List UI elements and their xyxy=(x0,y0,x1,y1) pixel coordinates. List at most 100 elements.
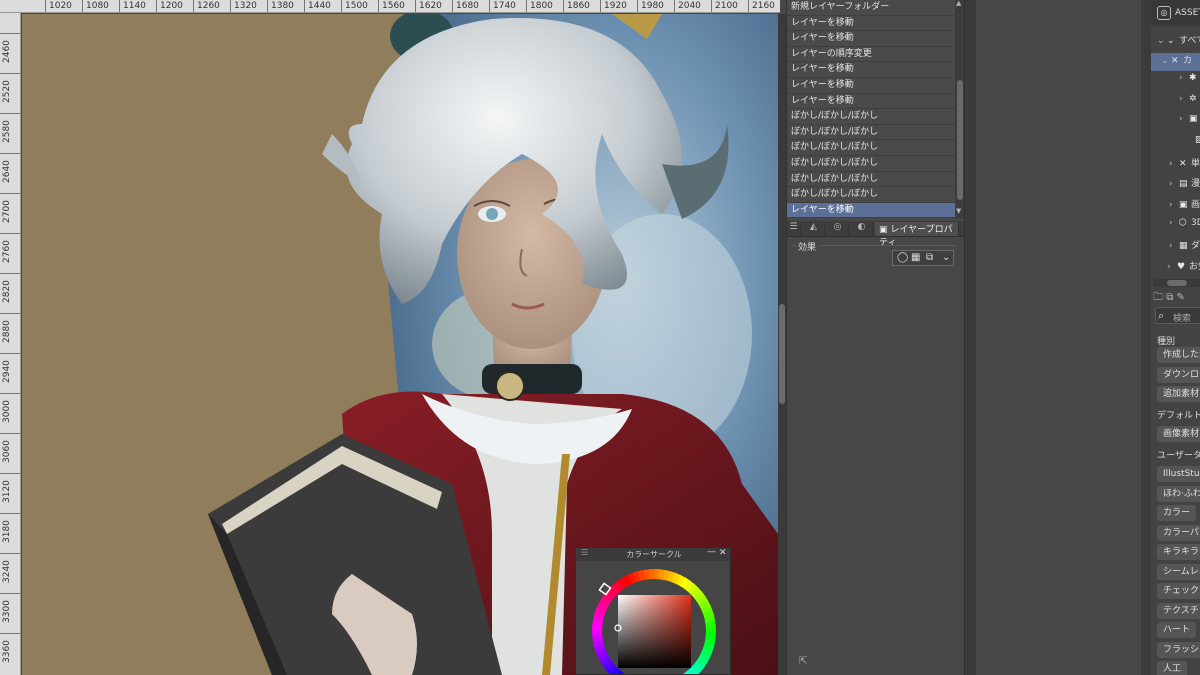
asset-filter-chip[interactable]: キラキラ xyxy=(1157,544,1200,560)
ruler-label: 1860 xyxy=(567,1,590,11)
asset-tree-item[interactable]: › ▦ ダ xyxy=(1151,238,1200,256)
ruler-tick xyxy=(0,33,20,34)
history-item[interactable]: ぼかし/ぼかし/ぼかし xyxy=(787,172,955,188)
asset-tree-item[interactable]: ▨ xyxy=(1151,135,1200,153)
asset-tree-label: 画 xyxy=(1191,200,1200,210)
ruler-tick xyxy=(526,0,527,12)
asset-tree-label: ダ xyxy=(1191,241,1200,251)
chevron-right-icon[interactable]: › xyxy=(1179,114,1189,124)
ruler-tick xyxy=(0,633,20,634)
chevron-right-icon[interactable]: › xyxy=(1179,73,1189,83)
copy-icon[interactable]: ⧉ xyxy=(1166,292,1173,303)
asset-tree-item[interactable]: ›⬡ 3D xyxy=(1151,218,1200,236)
history-item[interactable]: レイヤーを移動 xyxy=(787,94,955,110)
asset-filter-chip[interactable]: チェック xyxy=(1157,583,1200,599)
ruler-label: 1620 xyxy=(419,1,442,11)
asset-filter-chip[interactable]: IllustStudio xyxy=(1157,466,1200,482)
asset-tree-item[interactable]: ⌄ ✕ カ xyxy=(1151,53,1200,71)
tab-layer[interactable]: ◭ xyxy=(803,222,825,236)
hue-segment[interactable] xyxy=(648,569,656,580)
tab-search-layer[interactable]: ◎ xyxy=(827,222,849,236)
asset-filter-chip[interactable]: カラーパターン xyxy=(1157,524,1200,541)
close-icon[interactable]: ✕ xyxy=(719,548,727,558)
history-item[interactable]: ぼかし/ぼかし/ぼかし xyxy=(787,156,955,172)
asset-filter-chip[interactable]: ほわ·ふわ xyxy=(1157,485,1200,502)
chevron-down-icon[interactable]: ⌄ xyxy=(1161,56,1171,66)
asset-filter-chip[interactable]: 追加素材 xyxy=(1157,386,1200,402)
ruler-tick xyxy=(267,0,268,12)
asset-tree-item[interactable]: ⌄⌄ すべて xyxy=(1151,33,1200,51)
scroll-thumb[interactable] xyxy=(779,304,785,404)
folder-icon[interactable]: 🗀 xyxy=(1153,292,1163,303)
hue-ring-and-picker[interactable] xyxy=(576,561,731,675)
asset-filter-chip[interactable]: ダウンロード xyxy=(1157,366,1200,383)
asset-filter-chip[interactable]: フラッシュ xyxy=(1157,641,1200,658)
asset-filter-chip[interactable]: シームレス xyxy=(1157,563,1200,580)
border-effect-icon[interactable]: ◯ xyxy=(897,252,908,263)
ruler-label: 1800 xyxy=(530,1,553,11)
color-circle-window: ☰ カラーサークル — ✕ xyxy=(575,547,731,675)
tab-navigator[interactable]: ◐ xyxy=(851,222,873,236)
history-item[interactable]: 新規レイヤーフォルダー xyxy=(787,0,955,16)
asset-filter-chip[interactable]: ハート xyxy=(1157,622,1197,638)
ruler-tick xyxy=(156,0,157,12)
chevron-right-icon[interactable]: › xyxy=(1169,218,1179,228)
edit-icon[interactable]: ✎ xyxy=(1177,292,1185,303)
history-item[interactable]: ぼかし/ぼかし/ぼかし xyxy=(787,187,955,203)
ruler-tick xyxy=(711,0,712,12)
minimize-icon[interactable]: — xyxy=(707,548,716,557)
asset-tree-item[interactable]: › ✱ xyxy=(1151,73,1200,91)
asset-tree-item[interactable]: › ▣ 画 xyxy=(1151,197,1200,215)
history-item[interactable]: レイヤーを移動 xyxy=(787,78,955,94)
panel-divider[interactable] xyxy=(1141,0,1151,675)
history-item[interactable]: ぼかし/ぼかし/ぼかし xyxy=(787,125,955,141)
asset-tree-item[interactable]: › ▣ xyxy=(1151,114,1200,132)
ruler-label: 1260 xyxy=(197,1,220,11)
asset-category-icon: ✲ xyxy=(1189,94,1197,104)
chevron-right-icon[interactable]: › xyxy=(1169,241,1179,251)
color-circle-titlebar[interactable]: ☰ カラーサークル — ✕ xyxy=(576,548,730,561)
asset-category-icon: ✕ xyxy=(1179,159,1187,169)
ruler-tick xyxy=(637,0,638,12)
asset-filter-chip[interactable]: 人工 xyxy=(1157,661,1188,675)
ruler-tick xyxy=(0,393,20,394)
asset-filter-chip[interactable]: 作成した素材 xyxy=(1157,347,1200,363)
asset-tree-item[interactable]: › ▤ 漫 xyxy=(1151,176,1200,194)
ruler-tick xyxy=(0,433,20,434)
panel-menu-icon[interactable]: ☰ xyxy=(787,222,801,236)
history-item[interactable]: レイヤーを移動 xyxy=(787,202,955,219)
layer-color-icon[interactable]: ⧉ xyxy=(926,252,933,263)
panel-divider[interactable] xyxy=(964,0,976,675)
asset-horizontal-scrollbar[interactable] xyxy=(1153,279,1200,287)
history-item[interactable]: レイヤーを移動 xyxy=(787,31,955,47)
asset-filter-chip[interactable]: テクスチャ xyxy=(1157,602,1200,619)
history-item[interactable]: ぼかし/ぼかし/ぼかし xyxy=(787,109,955,125)
history-item[interactable]: レイヤーを移動 xyxy=(787,62,955,78)
asset-filter-chip[interactable]: カラー xyxy=(1157,505,1197,521)
tab-layer-property[interactable]: ▣ レイヤープロパティ xyxy=(875,222,959,248)
asset-tree-item[interactable]: ›♥お気 xyxy=(1151,259,1200,277)
chevron-down-icon[interactable]: ⌄ xyxy=(942,252,950,263)
chevron-right-icon[interactable]: › xyxy=(1179,94,1189,104)
history-item[interactable]: レイヤーの順序変更 xyxy=(787,47,955,63)
asset-tree-label: すべて xyxy=(1179,36,1200,46)
scroll-thumb[interactable] xyxy=(1167,280,1187,286)
chevron-right-icon[interactable]: › xyxy=(1169,159,1179,169)
asset-filter-chip[interactable]: 画像素材 xyxy=(1157,426,1200,442)
scroll-up-icon[interactable]: ▲ xyxy=(956,0,961,7)
chevron-down-icon[interactable]: ⌄ xyxy=(1157,36,1167,46)
asset-tree-item[interactable]: › ✕ 単 xyxy=(1151,156,1200,174)
scroll-thumb[interactable] xyxy=(957,80,963,200)
chevron-right-icon[interactable]: › xyxy=(1169,200,1179,210)
asset-search-input[interactable]: ⌕ 検索 xyxy=(1155,307,1200,324)
scroll-down-icon[interactable]: ▼ xyxy=(956,207,961,215)
canvas-vertical-scrollbar[interactable] xyxy=(778,14,786,675)
chevron-right-icon[interactable]: › xyxy=(1167,262,1177,272)
history-item[interactable]: レイヤーを移動 xyxy=(787,16,955,32)
tone-effect-icon[interactable]: ▦ xyxy=(911,252,920,263)
ruler-label: 2700 xyxy=(2,200,12,223)
asset-tree-item[interactable]: › ✲ xyxy=(1151,94,1200,112)
ruler-label: 3000 xyxy=(2,400,12,423)
history-item[interactable]: ぼかし/ぼかし/ぼかし xyxy=(787,140,955,156)
chevron-right-icon[interactable]: › xyxy=(1169,179,1179,189)
